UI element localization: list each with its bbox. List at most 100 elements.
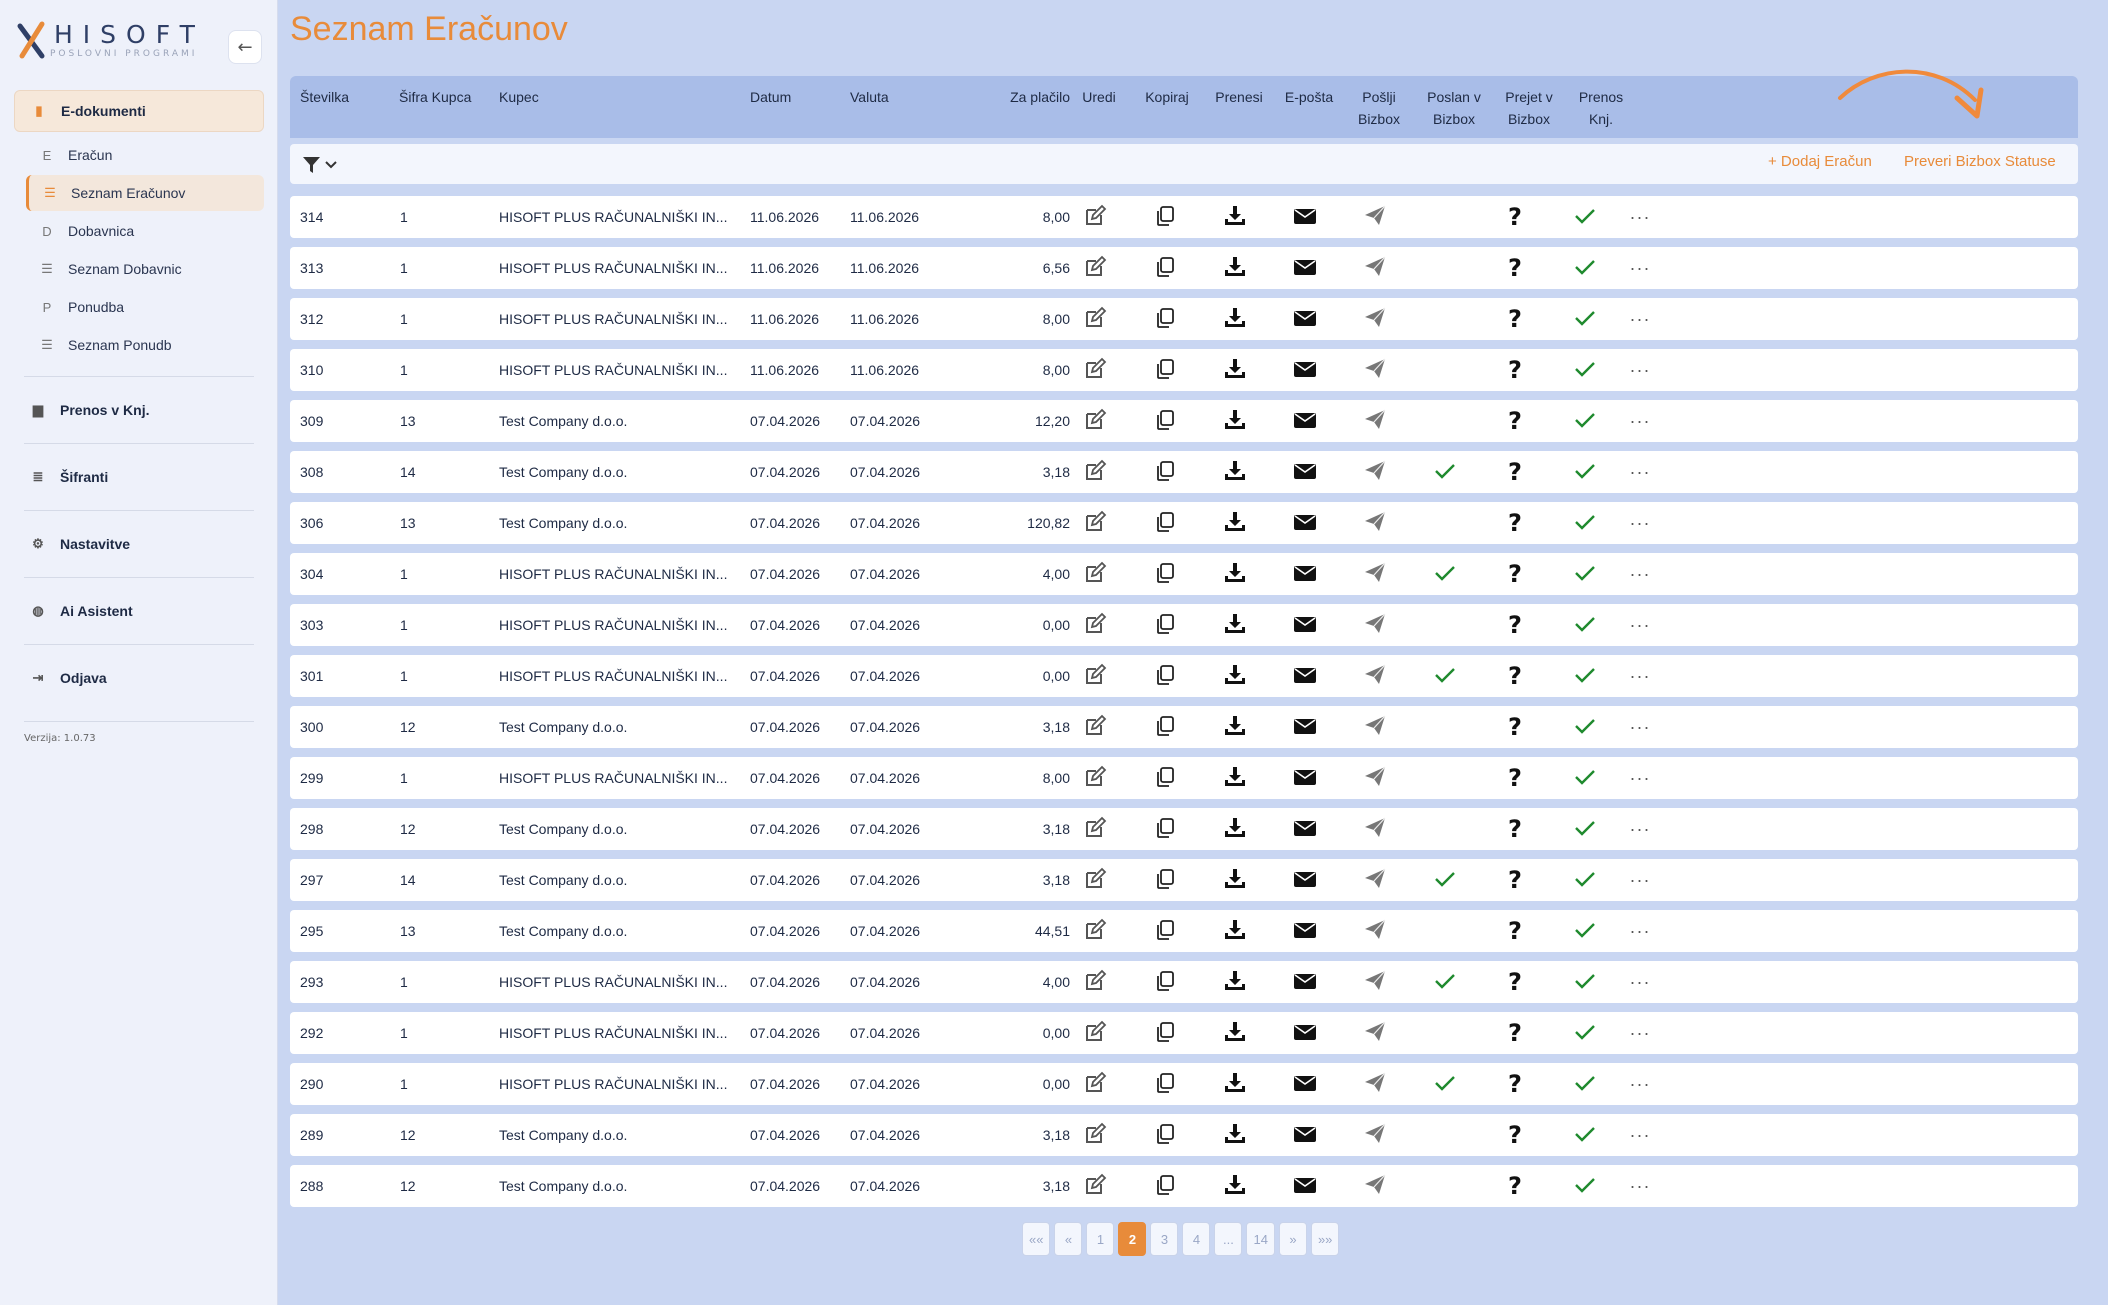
download-button[interactable] (1215, 247, 1255, 289)
download-button[interactable] (1215, 400, 1255, 442)
edit-button[interactable] (1075, 961, 1115, 1003)
copy-button[interactable] (1145, 451, 1185, 493)
page-button[interactable]: » (1278, 1222, 1307, 1256)
send-bizbox-button[interactable] (1355, 706, 1395, 748)
more-actions-button[interactable]: ··· (1620, 808, 1660, 850)
copy-button[interactable] (1145, 247, 1185, 289)
send-bizbox-button[interactable] (1355, 961, 1395, 1003)
more-actions-button[interactable]: ··· (1620, 604, 1660, 646)
sidebar-item-seznam-ponudb[interactable]: ☰ Seznam Ponudb (26, 327, 264, 363)
send-bizbox-button[interactable] (1355, 1063, 1395, 1105)
page-button[interactable]: ... (1214, 1222, 1243, 1256)
page-button[interactable]: »» (1310, 1222, 1340, 1256)
edit-button[interactable] (1075, 910, 1115, 952)
email-button[interactable] (1285, 604, 1325, 646)
email-button[interactable] (1285, 451, 1325, 493)
col-header-kupec[interactable]: Kupec (499, 86, 539, 108)
edit-button[interactable] (1075, 859, 1115, 901)
download-button[interactable] (1215, 451, 1255, 493)
email-button[interactable] (1285, 859, 1325, 901)
download-button[interactable] (1215, 604, 1255, 646)
edit-button[interactable] (1075, 808, 1115, 850)
page-button[interactable]: «« (1022, 1222, 1051, 1256)
send-bizbox-button[interactable] (1355, 247, 1395, 289)
edit-button[interactable] (1075, 757, 1115, 799)
email-button[interactable] (1285, 910, 1325, 952)
copy-button[interactable] (1145, 757, 1185, 799)
download-button[interactable] (1215, 1012, 1255, 1054)
page-button[interactable]: 3 (1150, 1222, 1179, 1256)
download-button[interactable] (1215, 196, 1255, 238)
send-bizbox-button[interactable] (1355, 502, 1395, 544)
sidebar-item-seznam-eracunov[interactable]: ☰ Seznam Eračunov (26, 175, 264, 211)
page-button[interactable]: 14 (1246, 1222, 1275, 1256)
download-button[interactable] (1215, 808, 1255, 850)
email-button[interactable] (1285, 808, 1325, 850)
copy-button[interactable] (1145, 502, 1185, 544)
email-button[interactable] (1285, 655, 1325, 697)
nav-group-ai-asistent[interactable]: ◍ Ai Asistent (14, 590, 264, 632)
sidebar-item-ponudba[interactable]: P Ponudba (26, 289, 264, 325)
more-actions-button[interactable]: ··· (1620, 502, 1660, 544)
edit-button[interactable] (1075, 1165, 1115, 1207)
email-button[interactable] (1285, 961, 1325, 1003)
page-button[interactable]: 1 (1086, 1222, 1115, 1256)
download-button[interactable] (1215, 1165, 1255, 1207)
copy-button[interactable] (1145, 1165, 1185, 1207)
send-bizbox-button[interactable] (1355, 1165, 1395, 1207)
copy-button[interactable] (1145, 655, 1185, 697)
more-actions-button[interactable]: ··· (1620, 706, 1660, 748)
send-bizbox-button[interactable] (1355, 910, 1395, 952)
copy-button[interactable] (1145, 196, 1185, 238)
sidebar-item-eracun[interactable]: E Eračun (26, 137, 264, 173)
download-button[interactable] (1215, 757, 1255, 799)
nav-group-nastavitve[interactable]: ⚙ Nastavitve (14, 523, 264, 565)
send-bizbox-button[interactable] (1355, 604, 1395, 646)
email-button[interactable] (1285, 502, 1325, 544)
send-bizbox-button[interactable] (1355, 400, 1395, 442)
send-bizbox-button[interactable] (1355, 298, 1395, 340)
download-button[interactable] (1215, 502, 1255, 544)
page-button[interactable]: 4 (1182, 1222, 1211, 1256)
more-actions-button[interactable]: ··· (1620, 1165, 1660, 1207)
copy-button[interactable] (1145, 1063, 1185, 1105)
edit-button[interactable] (1075, 655, 1115, 697)
download-button[interactable] (1215, 655, 1255, 697)
nav-group-odjava[interactable]: ⇥ Odjava (14, 657, 264, 699)
edit-button[interactable] (1075, 1012, 1115, 1054)
col-header-valuta[interactable]: Valuta (850, 86, 889, 108)
send-bizbox-button[interactable] (1355, 859, 1395, 901)
sidebar-item-dobavnica[interactable]: D Dobavnica (26, 213, 264, 249)
copy-button[interactable] (1145, 706, 1185, 748)
more-actions-button[interactable]: ··· (1620, 1114, 1660, 1156)
copy-button[interactable] (1145, 961, 1185, 1003)
page-button[interactable]: 2 (1118, 1222, 1147, 1256)
download-button[interactable] (1215, 1114, 1255, 1156)
add-eracun-button[interactable]: + Dodaj Eračun (1768, 153, 1872, 170)
more-actions-button[interactable]: ··· (1620, 298, 1660, 340)
email-button[interactable] (1285, 1012, 1325, 1054)
copy-button[interactable] (1145, 859, 1185, 901)
email-button[interactable] (1285, 400, 1325, 442)
copy-button[interactable] (1145, 400, 1185, 442)
col-header-datum[interactable]: Datum (750, 86, 791, 108)
edit-button[interactable] (1075, 1114, 1115, 1156)
email-button[interactable] (1285, 706, 1325, 748)
copy-button[interactable] (1145, 1012, 1185, 1054)
send-bizbox-button[interactable] (1355, 349, 1395, 391)
edit-button[interactable] (1075, 196, 1115, 238)
download-button[interactable] (1215, 859, 1255, 901)
send-bizbox-button[interactable] (1355, 1012, 1395, 1054)
more-actions-button[interactable]: ··· (1620, 1063, 1660, 1105)
edit-button[interactable] (1075, 400, 1115, 442)
copy-button[interactable] (1145, 298, 1185, 340)
copy-button[interactable] (1145, 553, 1185, 595)
send-bizbox-button[interactable] (1355, 808, 1395, 850)
download-button[interactable] (1215, 1063, 1255, 1105)
email-button[interactable] (1285, 1063, 1325, 1105)
download-button[interactable] (1215, 553, 1255, 595)
col-header-stevilka[interactable]: Številka (300, 86, 349, 108)
sidebar-item-seznam-dobavnic[interactable]: ☰ Seznam Dobavnic (26, 251, 264, 287)
more-actions-button[interactable]: ··· (1620, 247, 1660, 289)
send-bizbox-button[interactable] (1355, 451, 1395, 493)
